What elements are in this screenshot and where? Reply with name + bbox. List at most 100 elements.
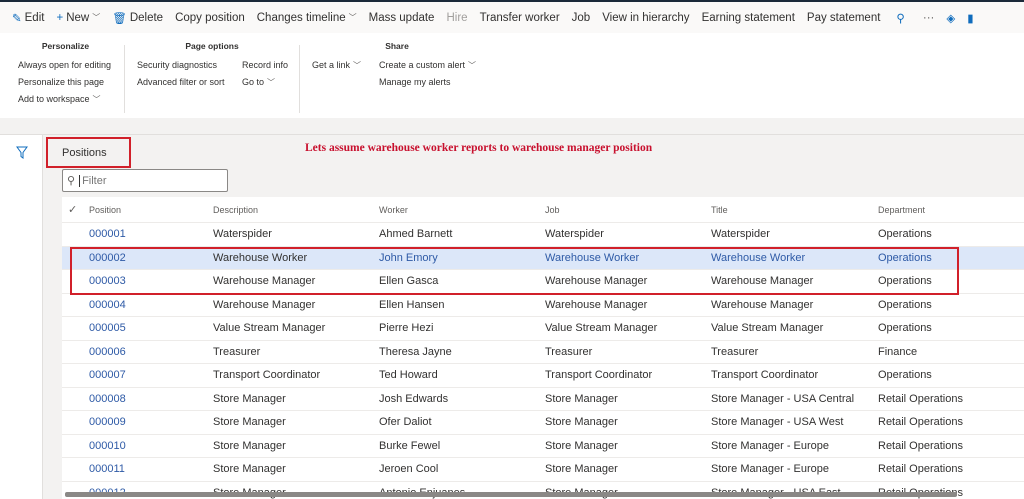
toolbar-edit-button[interactable]: ✎ Edit xyxy=(6,2,50,33)
group-title: Share xyxy=(385,41,409,51)
cell-job: Waterspider xyxy=(545,228,604,241)
power-apps-button[interactable]: ◈ xyxy=(940,2,961,33)
horizontal-scrollbar[interactable] xyxy=(65,492,957,497)
table-row[interactable]: 000007 Transport Coordinator Ted Howard Tra… xyxy=(62,364,1024,388)
add-to-workspace[interactable]: Add to workspace ﹀ xyxy=(18,94,101,105)
chevron-down-icon: ﹀ xyxy=(353,61,362,70)
toolbar-label: Transfer worker xyxy=(479,11,560,24)
cell-department: Retail Operations xyxy=(878,416,963,429)
table-row[interactable]: 000004 Warehouse Manager Ellen Hansen Wareh… xyxy=(62,294,1024,317)
cell-position[interactable]: 000010 xyxy=(89,440,126,452)
ribbon-bottom-band xyxy=(0,118,1024,135)
cell-position[interactable]: 000009 xyxy=(89,416,126,428)
share-group: Share xyxy=(312,41,482,59)
toolbar-transfer-worker-button[interactable]: Transfer worker xyxy=(474,2,566,33)
filter-box[interactable]: ⚲ xyxy=(62,169,228,192)
cell-position[interactable]: 000007 xyxy=(89,369,126,381)
cell-title: Warehouse Manager xyxy=(711,298,814,311)
cell-title: Waterspider xyxy=(711,228,770,241)
column-header[interactable]: Description xyxy=(213,205,258,215)
security-diagnostics[interactable]: Security diagnostics xyxy=(137,60,217,70)
cell-job: Treasurer xyxy=(545,345,593,358)
cell-position[interactable]: 000005 xyxy=(89,322,126,334)
column-header[interactable]: Job xyxy=(545,205,560,215)
chevron-down-icon: ﹀ xyxy=(92,95,101,104)
toolbar-delete-button[interactable]: 🗑 Delete xyxy=(106,2,169,33)
cell-department: Retail Operations xyxy=(878,439,963,452)
cell-department: Operations xyxy=(878,322,932,335)
cell-position[interactable]: 000001 xyxy=(89,228,126,240)
cell-title: Value Stream Manager xyxy=(711,322,824,335)
column-header[interactable]: Department xyxy=(878,205,925,215)
create-custom-alert-label: Create a custom alert xyxy=(379,60,466,70)
table-row[interactable]: 000010 Store Manager Burke Fewel Store Mana… xyxy=(62,435,1024,458)
cell-worker: Josh Edwards xyxy=(379,392,449,405)
cell-position[interactable]: 000011 xyxy=(89,463,125,475)
page-options-group: Page options xyxy=(137,41,287,59)
annotation-box-rows xyxy=(70,247,959,295)
column-header[interactable]: Position xyxy=(89,205,121,215)
toolbar-job-button[interactable]: Job xyxy=(566,2,597,33)
toolbar-pay-statement-button[interactable]: Pay statement xyxy=(801,2,887,33)
cell-position[interactable]: 000008 xyxy=(89,393,126,405)
toolbar-mass-update-button[interactable]: Mass update xyxy=(363,2,441,33)
always-open-editing[interactable]: Always open for editing xyxy=(18,60,111,70)
office-button[interactable]: ▮ xyxy=(961,2,979,33)
cell-job: Warehouse Manager xyxy=(545,298,648,311)
toolbar-label: Job xyxy=(571,11,591,24)
action-toolbar: ✎ Edit + New ﹀ 🗑 Delete Copy position Changes ti… xyxy=(0,0,1024,33)
advanced-filter[interactable]: Advanced filter or sort xyxy=(137,77,225,87)
column-header[interactable]: Worker xyxy=(379,205,408,215)
more-icon: ··· xyxy=(922,11,935,24)
pencil-icon: ✎ xyxy=(12,12,22,25)
table-row[interactable]: 000008 Store Manager Josh Edwards Store Man… xyxy=(62,388,1024,411)
manage-alerts[interactable]: Manage my alerts xyxy=(379,77,451,87)
personalize-page[interactable]: Personalize this page xyxy=(18,77,104,87)
chevron-down-icon: ﹀ xyxy=(348,13,357,22)
column-header[interactable]: Title xyxy=(711,205,728,215)
filter-icon[interactable] xyxy=(16,146,28,159)
cell-description: Store Manager xyxy=(213,416,286,429)
cell-description: Store Manager xyxy=(213,439,286,452)
cell-description: Value Stream Manager xyxy=(213,322,326,335)
annotation-note: Lets assume warehouse worker reports to … xyxy=(305,142,653,154)
cell-department: Finance xyxy=(878,345,918,358)
cell-title: Store Manager - Europe xyxy=(711,463,830,476)
toolbar-new-button[interactable]: + New ﹀ xyxy=(50,2,106,33)
toolbar-copy-position-button[interactable]: Copy position xyxy=(169,2,251,33)
cell-description: Waterspider xyxy=(213,228,272,241)
filter-input[interactable] xyxy=(79,174,220,187)
table-row[interactable]: 000011 Store Manager Jeroen Cool Store Mana… xyxy=(62,458,1024,482)
table-row[interactable]: 000001 Waterspider Ahmed Barnett Waterspide… xyxy=(62,223,1024,247)
toolbar-label: Copy position xyxy=(175,11,245,24)
add-to-workspace-label: Add to workspace xyxy=(18,94,90,104)
toolbar-view-in-hierarchy-button[interactable]: View in hierarchy xyxy=(596,2,695,33)
cell-job: Store Manager xyxy=(545,463,618,476)
toolbar-changes-timeline-button[interactable]: Changes timeline ﹀ xyxy=(251,2,363,33)
toolbar-label: Edit xyxy=(24,11,45,24)
table-row[interactable]: 000009 Store Manager Ofer Daliot Store Mana… xyxy=(62,411,1024,435)
select-all-checkbox[interactable]: ✓ xyxy=(68,203,77,216)
cell-position[interactable]: 000004 xyxy=(89,299,126,311)
divider xyxy=(299,45,300,113)
toolbar-label: Mass update xyxy=(368,11,435,24)
toolbar-label: Hire xyxy=(446,11,468,24)
personalize-group: Personalize xyxy=(18,41,113,59)
cell-worker: Jeroen Cool xyxy=(379,463,439,476)
table-row[interactable]: 000006 Treasurer Theresa Jayne Treasurer Tre… xyxy=(62,341,1024,364)
get-a-link[interactable]: Get a link ﹀ xyxy=(312,60,361,71)
toolbar-hire-button[interactable]: Hire xyxy=(440,2,473,33)
more-button[interactable]: ··· xyxy=(917,2,941,33)
cell-title: Store Manager - Europe xyxy=(711,439,830,452)
create-custom-alert[interactable]: Create a custom alert ﹀ xyxy=(379,60,476,71)
search-button[interactable]: ⚲ xyxy=(890,2,910,33)
toolbar-earning-statement-button[interactable]: Earning statement xyxy=(696,2,801,33)
group-title: Page options xyxy=(185,41,239,51)
table-row[interactable]: 000005 Value Stream Manager Pierre Hezi Val… xyxy=(62,317,1024,341)
record-info[interactable]: Record info xyxy=(242,60,288,70)
cell-position[interactable]: 000006 xyxy=(89,346,126,358)
go-to[interactable]: Go to ﹀ xyxy=(242,77,275,88)
cell-title: Store Manager - USA Central xyxy=(711,392,855,405)
cell-department: Operations xyxy=(878,298,932,311)
cell-worker: Theresa Jayne xyxy=(379,345,452,358)
